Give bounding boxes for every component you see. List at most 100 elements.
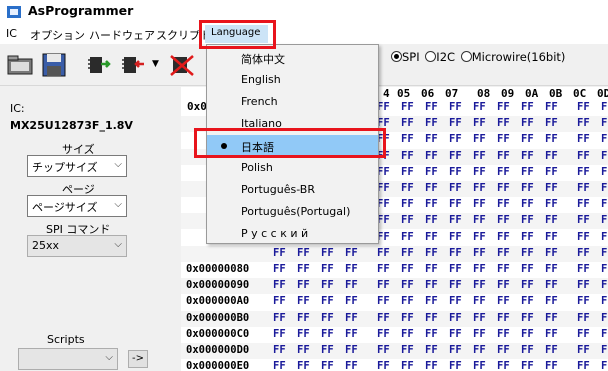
hex-byte-cell[interactable]: FF <box>521 247 534 259</box>
hex-byte-cell[interactable]: FF <box>473 328 486 340</box>
write-chip-icon[interactable] <box>120 51 148 79</box>
hex-byte-cell[interactable]: FF <box>473 101 486 113</box>
hex-byte-cell[interactable]: FF <box>521 133 534 145</box>
hex-byte-cell[interactable]: FF <box>425 101 438 113</box>
hex-byte-cell[interactable]: FF <box>601 182 608 194</box>
hex-byte-cell[interactable]: FF <box>497 182 510 194</box>
hex-byte-cell[interactable]: FF <box>297 295 310 307</box>
hex-byte-cell[interactable]: FF <box>521 279 534 291</box>
page-select[interactable]: ページサイズ ⌵ <box>27 195 127 217</box>
hex-byte-cell[interactable]: FF <box>497 231 510 243</box>
spi-command-select[interactable]: 25xx ⌵ <box>27 235 127 257</box>
hex-byte-cell[interactable]: FF <box>545 133 558 145</box>
hex-byte-cell[interactable]: FF <box>497 263 510 275</box>
language-option[interactable]: French <box>207 91 378 113</box>
hex-byte-cell[interactable]: FF <box>401 214 414 226</box>
hex-byte-cell[interactable]: FF <box>601 150 608 162</box>
hex-byte-cell[interactable]: FF <box>425 150 438 162</box>
hex-byte-cell[interactable]: FF <box>521 214 534 226</box>
hex-byte-cell[interactable]: FF <box>425 198 438 210</box>
hex-byte-cell[interactable]: FF <box>601 133 608 145</box>
hex-byte-cell[interactable]: FF <box>401 360 414 371</box>
i2c-radio[interactable] <box>425 51 437 62</box>
hex-byte-cell[interactable]: FF <box>545 247 558 259</box>
hex-byte-cell[interactable]: FF <box>545 166 558 178</box>
hex-byte-cell[interactable]: FF <box>273 295 286 307</box>
hex-byte-cell[interactable]: FF <box>545 117 558 129</box>
hex-byte-cell[interactable]: FF <box>377 247 390 259</box>
hex-byte-cell[interactable]: FF <box>377 344 390 356</box>
hex-byte-cell[interactable]: FF <box>577 117 590 129</box>
hex-byte-cell[interactable]: FF <box>521 360 534 371</box>
menu-ic[interactable]: IC <box>6 27 17 40</box>
hex-byte-cell[interactable]: FF <box>473 344 486 356</box>
hex-byte-cell[interactable]: FF <box>401 198 414 210</box>
hex-byte-cell[interactable]: FF <box>521 328 534 340</box>
hex-byte-cell[interactable]: FF <box>577 263 590 275</box>
hex-byte-cell[interactable]: FF <box>449 101 462 113</box>
hex-byte-cell[interactable]: FF <box>473 247 486 259</box>
hex-byte-cell[interactable]: FF <box>425 133 438 145</box>
read-chip-icon[interactable] <box>86 51 114 79</box>
hex-byte-cell[interactable]: FF <box>273 344 286 356</box>
hex-byte-cell[interactable]: FF <box>449 312 462 324</box>
hex-byte-cell[interactable]: FF <box>601 360 608 371</box>
hex-byte-cell[interactable]: FF <box>577 214 590 226</box>
hex-byte-cell[interactable]: FF <box>497 133 510 145</box>
hex-byte-cell[interactable]: FF <box>601 101 608 113</box>
hex-byte-cell[interactable]: FF <box>449 263 462 275</box>
hex-byte-cell[interactable]: FF <box>449 133 462 145</box>
hex-byte-cell[interactable]: FF <box>521 182 534 194</box>
hex-byte-cell[interactable]: FF <box>473 231 486 243</box>
hex-byte-cell[interactable]: FF <box>345 263 358 275</box>
hex-byte-cell[interactable]: FF <box>577 133 590 145</box>
hex-byte-cell[interactable]: FF <box>273 328 286 340</box>
hex-byte-cell[interactable]: FF <box>545 182 558 194</box>
hex-byte-cell[interactable]: FF <box>273 360 286 371</box>
open-folder-icon[interactable] <box>6 51 34 79</box>
hex-byte-cell[interactable]: FF <box>545 231 558 243</box>
hex-byte-cell[interactable]: FF <box>425 263 438 275</box>
hex-byte-cell[interactable]: FF <box>425 312 438 324</box>
hex-byte-cell[interactable]: FF <box>473 312 486 324</box>
scripts-select[interactable]: ⌵ <box>18 348 118 370</box>
hex-byte-cell[interactable]: FF <box>601 263 608 275</box>
hex-byte-cell[interactable]: FF <box>449 150 462 162</box>
hex-byte-cell[interactable]: FF <box>345 360 358 371</box>
hex-byte-cell[interactable]: FF <box>521 263 534 275</box>
hex-byte-cell[interactable]: FF <box>497 312 510 324</box>
hex-byte-cell[interactable]: FF <box>297 279 310 291</box>
hex-byte-cell[interactable]: FF <box>497 328 510 340</box>
hex-byte-cell[interactable]: FF <box>545 214 558 226</box>
hex-byte-cell[interactable]: FF <box>577 295 590 307</box>
hex-byte-cell[interactable]: FF <box>321 295 334 307</box>
hex-byte-cell[interactable]: FF <box>577 312 590 324</box>
hex-byte-cell[interactable]: FF <box>601 198 608 210</box>
hex-byte-cell[interactable]: FF <box>449 117 462 129</box>
hex-byte-cell[interactable]: FF <box>577 198 590 210</box>
hex-byte-cell[interactable]: FF <box>521 150 534 162</box>
language-option[interactable]: Português(Portugal) <box>207 201 378 223</box>
hex-byte-cell[interactable]: FF <box>473 198 486 210</box>
hex-byte-cell[interactable]: FF <box>497 150 510 162</box>
hex-byte-cell[interactable]: FF <box>497 214 510 226</box>
hex-byte-cell[interactable]: FF <box>377 312 390 324</box>
hex-byte-cell[interactable]: FF <box>497 247 510 259</box>
hex-byte-cell[interactable]: FF <box>321 247 334 259</box>
hex-byte-cell[interactable]: FF <box>425 279 438 291</box>
hex-byte-cell[interactable]: FF <box>321 344 334 356</box>
hex-byte-cell[interactable]: FF <box>401 263 414 275</box>
hex-byte-cell[interactable]: FF <box>601 328 608 340</box>
hex-byte-cell[interactable]: FF <box>297 247 310 259</box>
hex-byte-cell[interactable]: FF <box>577 231 590 243</box>
hex-byte-cell[interactable]: FF <box>521 101 534 113</box>
erase-chip-icon[interactable] <box>168 51 196 79</box>
hex-byte-cell[interactable]: FF <box>577 150 590 162</box>
size-select[interactable]: チップサイズ ⌵ <box>27 155 127 177</box>
hex-byte-cell[interactable]: FF <box>601 247 608 259</box>
hex-byte-cell[interactable]: FF <box>521 231 534 243</box>
language-option[interactable]: Р у с с к и й <box>207 223 378 245</box>
microwire-radio[interactable] <box>460 51 472 62</box>
hex-byte-cell[interactable]: FF <box>577 101 590 113</box>
save-floppy-icon[interactable] <box>40 51 68 79</box>
